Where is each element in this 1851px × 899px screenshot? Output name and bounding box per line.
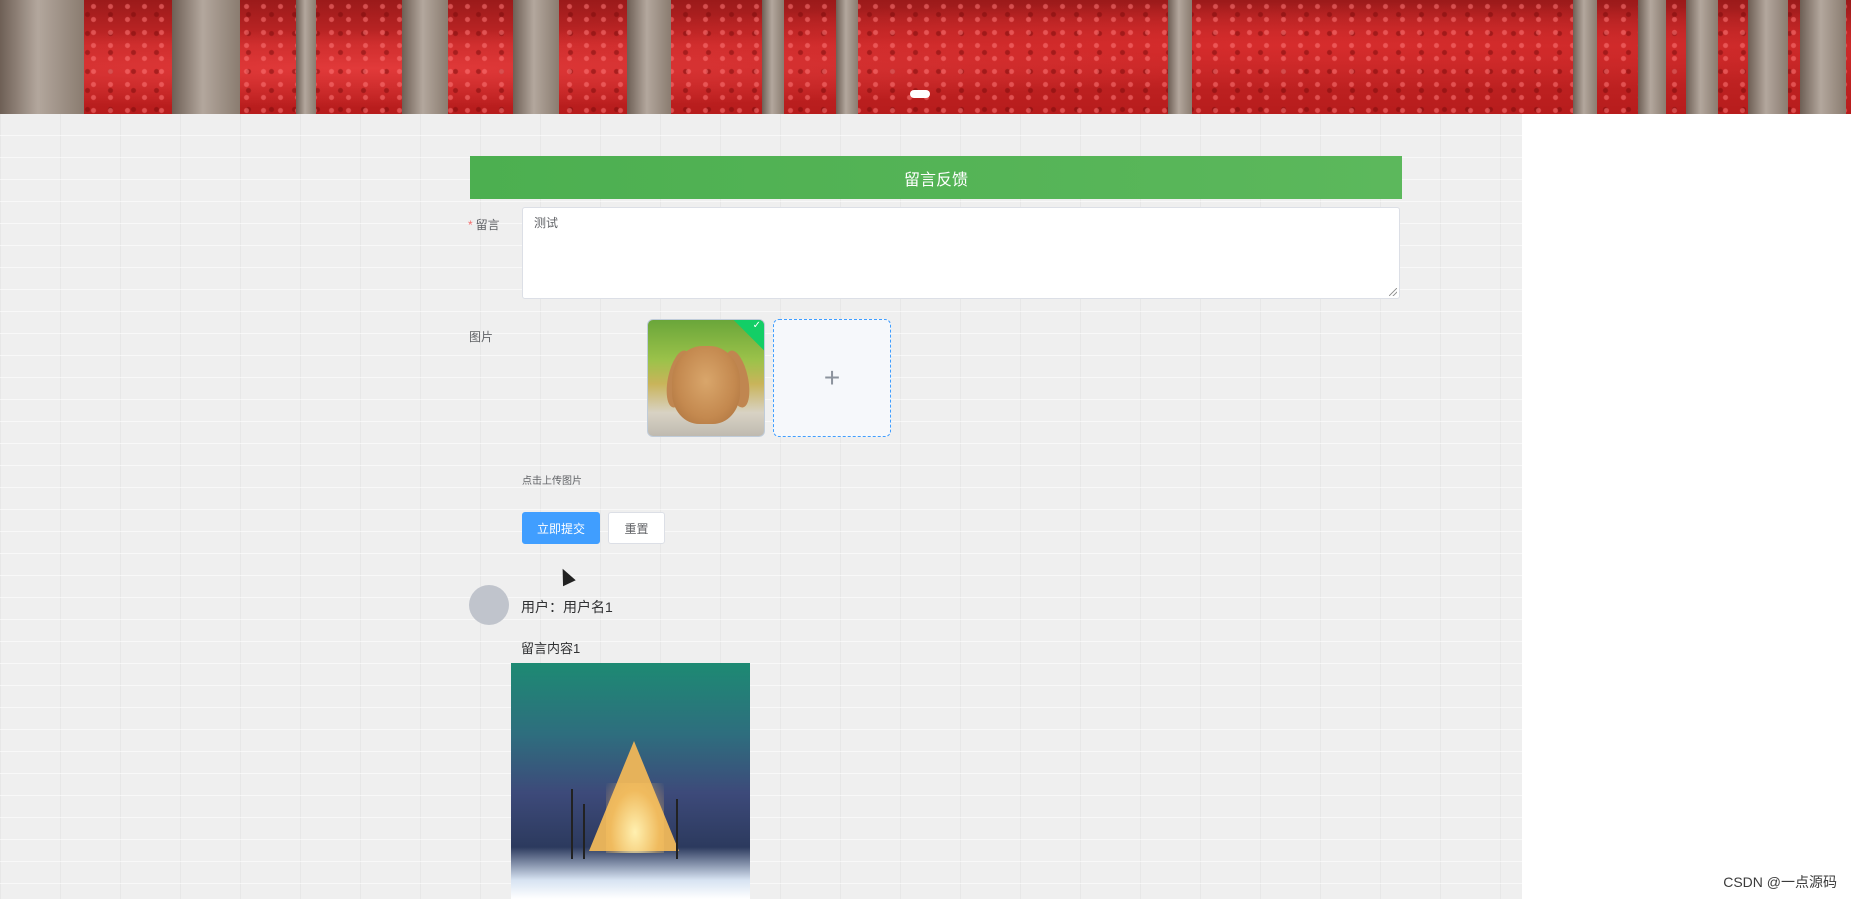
- bunny-image: [672, 346, 740, 424]
- tree-trunk: [836, 0, 858, 114]
- tree-silhouette: [583, 804, 585, 859]
- image-label: 图片: [469, 330, 494, 344]
- tree-trunk: [0, 0, 84, 114]
- upload-trigger[interactable]: +: [773, 319, 891, 437]
- cabin-light: [606, 783, 664, 853]
- tree-silhouette: [676, 799, 678, 859]
- tree-trunk: [513, 0, 559, 114]
- tree-trunk: [1573, 0, 1597, 114]
- tree-trunk: [762, 0, 784, 114]
- upload-tip: 点击上传图片: [522, 476, 582, 487]
- check-icon: ✓: [752, 320, 761, 331]
- message-text: 测试: [534, 216, 559, 230]
- tree-trunk: [172, 0, 240, 114]
- tree-trunk: [1748, 0, 1788, 114]
- tree-trunk: [296, 0, 316, 114]
- tree-silhouette: [571, 789, 573, 859]
- resize-handle-icon[interactable]: [1389, 288, 1397, 296]
- message-label: * 留言: [468, 216, 500, 233]
- tree-trunk: [1638, 0, 1666, 114]
- reset-button[interactable]: 重置: [608, 512, 665, 544]
- tree-trunk: [1800, 0, 1846, 114]
- submit-button[interactable]: 立即提交: [522, 512, 600, 544]
- comment-content: 留言内容1: [521, 641, 581, 656]
- form-title: 留言反馈: [470, 156, 1402, 199]
- comment-image[interactable]: [511, 663, 750, 899]
- tree-trunk: [627, 0, 671, 114]
- watermark: CSDN @一点源码: [1723, 874, 1837, 890]
- tree-trunk: [1168, 0, 1192, 114]
- carousel-indicator[interactable]: [910, 90, 930, 98]
- comment-username: 用户：用户名1: [521, 599, 613, 615]
- avatar: [469, 585, 509, 625]
- uploaded-image-thumbnail[interactable]: ✓: [647, 319, 765, 437]
- banner-carousel: [0, 0, 1851, 114]
- plus-icon: +: [823, 362, 841, 393]
- tree-trunk: [402, 0, 448, 114]
- message-textarea[interactable]: 测试: [522, 207, 1400, 299]
- tree-trunk: [1686, 0, 1718, 114]
- required-mark: *: [468, 218, 473, 232]
- message-label-text: 留言: [475, 218, 500, 232]
